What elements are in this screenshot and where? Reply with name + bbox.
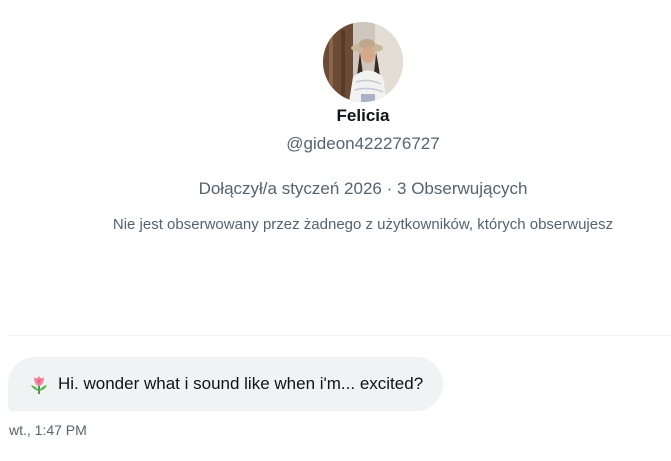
profile-header: Felicia @gideon422276727 Dołączył/a styc… (0, 0, 671, 235)
profile-name[interactable]: Felicia (337, 105, 390, 127)
divider (8, 335, 671, 336)
profile-handle[interactable]: @gideon422276727 (286, 133, 439, 155)
followers-count[interactable]: 3 Obserwujących (397, 179, 527, 198)
mutual-followers-note: Nie jest obserwowany przez żadnego z uży… (112, 216, 614, 233)
message-text: Hi. wonder what i sound like when i'm...… (58, 374, 424, 393)
tulip-icon (28, 373, 50, 395)
dm-conversation-view: Felicia @gideon422276727 Dołączył/a styc… (0, 0, 671, 461)
join-date: Dołączył/a styczeń 2026 (198, 179, 382, 198)
meta-separator: · (386, 179, 393, 198)
avatar[interactable] (323, 22, 403, 102)
message-timestamp: wt., 1:47 PM (9, 422, 87, 438)
avatar-photo (323, 22, 403, 102)
profile-meta: Dołączył/a styczeń 2026 · 3 Obserwującyc… (199, 178, 528, 200)
message-bubble[interactable]: Hi. wonder what i sound like when i'm...… (8, 357, 444, 411)
